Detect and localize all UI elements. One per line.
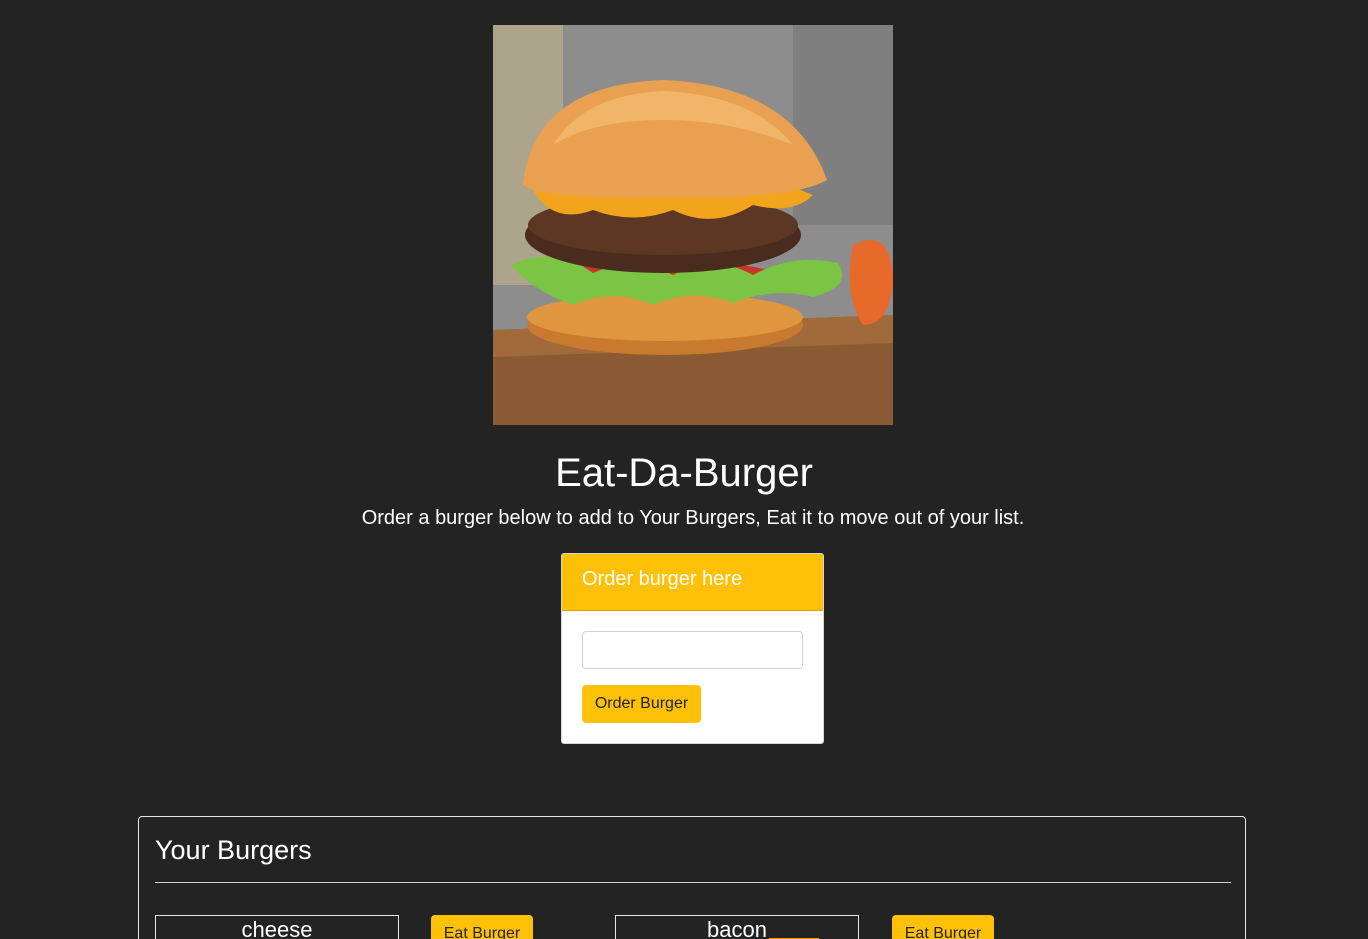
your-burgers-panel: Your Burgers cheese Eat Burger bacon Eat… xyxy=(138,816,1246,939)
order-card: Order burger here Order Burger xyxy=(561,553,824,744)
order-burger-button[interactable]: Order Burger xyxy=(582,685,701,723)
page-title: Eat-Da-Burger xyxy=(555,451,813,495)
burger-item-name: bacon xyxy=(615,915,859,939)
your-burgers-title: Your Burgers xyxy=(155,835,312,865)
burger-item-name: cheese xyxy=(155,915,399,939)
eat-burger-button[interactable]: Eat Burger xyxy=(431,915,533,939)
page-subtitle: Order a burger below to add to Your Burg… xyxy=(361,507,1025,529)
order-card-header: Order burger here xyxy=(562,554,823,611)
page: Eat-Da-Burger Order a burger below to ad… xyxy=(0,0,1368,939)
eat-burger-button[interactable]: Eat Burger xyxy=(892,915,994,939)
divider xyxy=(155,882,1231,883)
burger-name-input[interactable] xyxy=(582,631,803,669)
burger-photo-icon xyxy=(493,25,893,425)
